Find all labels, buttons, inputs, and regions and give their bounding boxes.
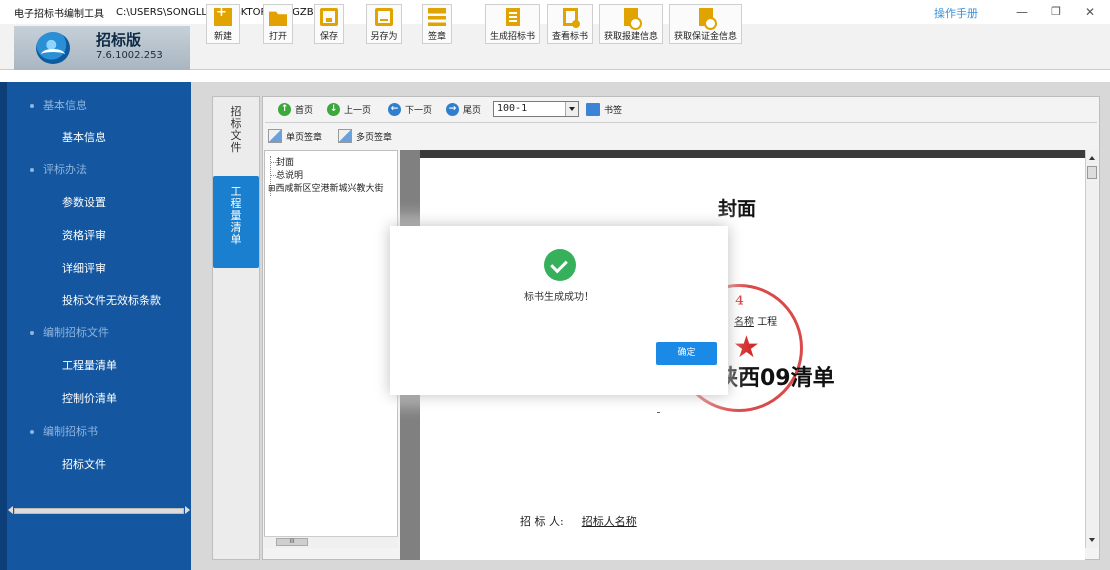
new-button[interactable]: 新建 <box>206 4 240 44</box>
generate-tender-button[interactable]: 生成招标书 <box>485 4 540 44</box>
brand-panel: 招标版 7.6.1002.253 <box>14 26 190 70</box>
save-icon <box>320 8 338 26</box>
sidebar-item-params[interactable]: 参数设置 <box>0 194 191 210</box>
sidebar-scrollbar[interactable] <box>14 508 184 514</box>
view-doc-icon <box>562 8 580 28</box>
minimize-button[interactable]: — <box>1012 2 1032 22</box>
sidebar-item-qualification[interactable]: 资格评审 <box>0 227 191 243</box>
save-button[interactable]: 保存 <box>314 4 344 44</box>
scroll-up-icon[interactable] <box>1089 156 1095 160</box>
scroll-left-icon[interactable] <box>8 506 13 514</box>
tree-item-general-notes[interactable]: 总说明 <box>276 168 303 181</box>
tree-item-project[interactable]: ⊞西咸新区空港新城兴教大街 <box>268 181 396 194</box>
open-button[interactable]: 打开 <box>263 4 293 44</box>
close-button[interactable]: ✕ <box>1080 2 1100 22</box>
tenderer-line: 招 标 人: 招标人名称 <box>520 515 637 528</box>
folder-open-icon <box>269 11 287 26</box>
sidebar-item-invalid-clauses[interactable]: 投标文件无效标条款 <box>0 292 191 308</box>
arrow-left-icon: ← <box>388 102 401 116</box>
sidebar-item-price-control[interactable]: 控制价清单 <box>0 390 191 406</box>
tab-label: 招标文件 <box>230 105 242 154</box>
tree-item-cover[interactable]: 封面 <box>276 155 294 168</box>
generate-doc-icon <box>505 8 520 26</box>
last-page-button[interactable]: → 尾页 <box>446 101 481 117</box>
outline-tree <box>264 150 398 548</box>
page-scroll-thumb[interactable] <box>1087 166 1097 179</box>
tab-label: 工程量清单 <box>230 185 242 246</box>
stamp-button[interactable]: 签章 <box>422 4 452 44</box>
sidebar-section-compile-tender: 编制招标书 <box>0 423 191 439</box>
brand-version: 7.6.1002.253 <box>96 50 163 61</box>
expand-icon[interactable]: ⊞ <box>268 184 276 194</box>
sidebar-section-basic: 基本信息 <box>0 97 191 113</box>
app-title: 电子招标书编制工具 <box>14 8 104 20</box>
sidebar-section-compile-docs: 编制招标文件 <box>0 324 191 340</box>
save-as-button[interactable]: 另存为 <box>366 4 402 44</box>
divider <box>265 122 1097 123</box>
single-page-sign-button[interactable]: 单页签章 <box>268 128 322 144</box>
first-page-button[interactable]: ↑ 首页 <box>278 101 313 117</box>
brand-name: 招标版 <box>96 31 142 49</box>
confirm-button[interactable]: 确定 <box>656 342 717 365</box>
app-logo-icon <box>36 32 70 64</box>
sign-icon <box>268 129 282 143</box>
view-tender-button[interactable]: 查看标书 <box>547 4 593 44</box>
stamp-icon <box>428 8 446 26</box>
scroll-right-icon[interactable] <box>185 506 190 514</box>
sidebar-item-basic-info[interactable]: 基本信息 <box>0 129 191 145</box>
manual-link[interactable]: 操作手册 <box>934 5 978 21</box>
page-select[interactable]: 100-1 <box>493 101 579 117</box>
new-file-icon <box>214 5 232 26</box>
get-deposit-icon <box>698 8 717 30</box>
get-build-info-button[interactable]: 获取报建信息 <box>599 4 663 44</box>
prev-page-button[interactable]: ↓ 上一页 <box>327 101 371 117</box>
sidebar-item-bill-of-quantities[interactable]: 工程量清单 <box>0 357 191 373</box>
bookmark-icon <box>586 102 600 116</box>
tree-scroll-thumb[interactable]: III <box>276 538 308 546</box>
sign-icon <box>338 129 352 143</box>
scroll-down-icon[interactable] <box>1089 538 1095 542</box>
arrow-down-icon: ↓ <box>327 102 340 116</box>
page-top-bar <box>420 150 1085 158</box>
sidebar-item-detailed-review[interactable]: 详细评审 <box>0 260 191 276</box>
tab-tender-file[interactable]: 招标文件 <box>213 104 259 170</box>
get-deposit-info-button[interactable]: 获取保证金信息 <box>669 4 742 44</box>
chevron-down-icon[interactable] <box>565 102 578 116</box>
project-name-line: 名称 工程 <box>734 317 778 328</box>
next-page-button[interactable]: ← 下一页 <box>388 101 432 117</box>
dialog-message: 标书生成成功！ <box>524 292 594 303</box>
save-as-icon <box>375 8 393 26</box>
bookmark-button[interactable]: 书签 <box>586 101 622 117</box>
arrow-right-icon: → <box>446 102 459 116</box>
sidebar-item-tender-file[interactable]: 招标文件 <box>0 456 191 472</box>
success-check-icon <box>544 249 576 281</box>
sidebar-section-evaluation: 评标办法 <box>0 161 191 177</box>
multi-page-sign-button[interactable]: 多页签章 <box>338 128 392 144</box>
arrow-up-icon: ↑ <box>278 102 291 116</box>
get-info-icon <box>624 8 642 30</box>
tab-bill-of-quantities[interactable]: 工程量清单 <box>213 176 259 268</box>
maximize-button[interactable]: ❐ <box>1046 2 1066 22</box>
page-vertical-scrollbar[interactable] <box>1085 150 1098 548</box>
